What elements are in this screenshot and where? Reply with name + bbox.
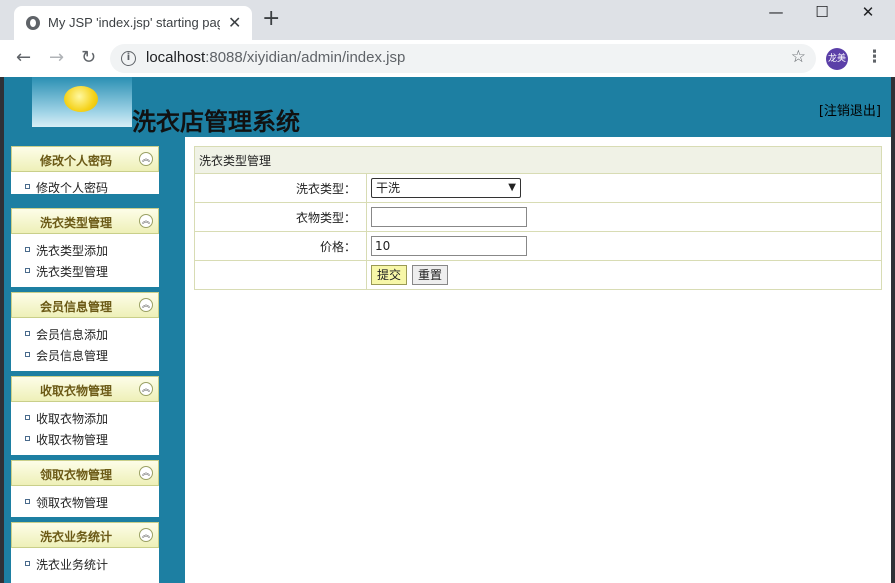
menu-group-member: 会员信息管理 ︽ 会员信息添加 会员信息管理 — [11, 292, 159, 371]
menu-item[interactable]: 洗衣类型管理 — [11, 260, 159, 281]
url-host: localhost — [146, 49, 206, 66]
menu-group-header[interactable]: 修改个人密码 ︽ — [11, 146, 159, 172]
browser-toolbar: ← → ↻ i localhost:8088/xiyidian/admin/in… — [0, 40, 895, 77]
minimize-icon[interactable]: — — [754, 3, 798, 21]
menu-item-label: 会员信息添加 — [36, 328, 109, 342]
bullet-icon — [25, 352, 30, 357]
tab-bar: My JSP 'index.jsp' starting page ✕ + — ☐… — [0, 0, 895, 40]
bullet-icon — [25, 331, 30, 336]
cloth-type-input[interactable] — [371, 207, 527, 227]
site-header: 洗衣店管理系统 [注销退出] — [4, 77, 891, 137]
menu-item-label: 洗衣业务统计 — [36, 558, 109, 572]
menu-item[interactable]: 收取衣物添加 — [11, 407, 159, 428]
forward-arrow-icon[interactable]: → — [49, 47, 64, 68]
menu-item[interactable]: 领取衣物管理 — [11, 491, 159, 512]
empty-cell — [194, 260, 367, 290]
web-page: 洗衣店管理系统 [注销退出] 修改个人密码 ︽ 修改个人密码 洗衣类型管理 ︽ 洗衣… — [4, 77, 891, 583]
url-path: :8088/xiyidian/admin/index.jsp — [205, 49, 406, 66]
menu-kebab-icon[interactable]: ⋮ — [866, 47, 883, 67]
wash-type-form: 洗衣类型管理 洗衣类型： 干洗 ▼ 衣物类型： 价格： 10 提交 重置 — [194, 146, 882, 290]
menu-group-title: 洗衣业务统计 — [39, 530, 112, 544]
maximize-icon[interactable]: ☐ — [800, 3, 844, 21]
browser-tab[interactable]: My JSP 'index.jsp' starting page ✕ — [14, 6, 252, 40]
globe-icon — [26, 16, 40, 30]
window-close-icon[interactable]: ✕ — [846, 3, 890, 21]
menu-item[interactable]: 会员信息管理 — [11, 344, 159, 365]
menu-group-header[interactable]: 洗衣类型管理 ︽ — [11, 208, 159, 234]
bullet-icon — [25, 184, 30, 189]
menu-group-stats: 洗衣业务统计 ︽ 洗衣业务统计 — [11, 522, 159, 583]
system-title: 洗衣店管理系统 — [132, 108, 300, 136]
collapse-icon[interactable]: ︽ — [139, 152, 153, 166]
menu-group-password: 修改个人密码 ︽ 修改个人密码 — [11, 146, 159, 197]
wash-type-select[interactable]: 干洗 ▼ — [371, 178, 521, 198]
menu-group-wash-type: 洗衣类型管理 ︽ 洗衣类型添加 洗衣类型管理 — [11, 208, 159, 287]
bullet-icon — [25, 268, 30, 273]
collapse-icon[interactable]: ︽ — [139, 214, 153, 228]
menu-item-label: 收取衣物管理 — [36, 433, 109, 447]
chevron-down-icon: ▼ — [508, 182, 516, 193]
price-label: 价格： — [194, 231, 367, 261]
new-tab-button[interactable]: + — [262, 8, 280, 30]
wash-type-selected: 干洗 — [376, 181, 401, 195]
menu-group-title: 修改个人密码 — [39, 154, 112, 168]
bullet-icon — [25, 499, 30, 504]
form-caption: 洗衣类型管理 — [194, 146, 882, 174]
menu-group-header[interactable]: 收取衣物管理 ︽ — [11, 376, 159, 402]
reset-button[interactable]: 重置 — [412, 265, 449, 285]
logout-link[interactable]: [注销退出] — [819, 100, 881, 119]
wash-type-label: 洗衣类型： — [194, 173, 367, 203]
menu-group-title: 会员信息管理 — [39, 300, 112, 314]
menu-group-header[interactable]: 领取衣物管理 ︽ — [11, 460, 159, 486]
collapse-icon[interactable]: ︽ — [139, 466, 153, 480]
bullet-icon — [25, 247, 30, 252]
bookmark-star-icon[interactable]: ☆ — [791, 47, 806, 67]
collapse-icon[interactable]: ︽ — [139, 528, 153, 542]
tab-close-icon[interactable]: ✕ — [228, 13, 241, 32]
menu-group-header[interactable]: 会员信息管理 ︽ — [11, 292, 159, 318]
menu-item-label: 领取衣物管理 — [36, 496, 109, 510]
menu-group-title: 洗衣类型管理 — [39, 216, 112, 230]
collapse-icon[interactable]: ︽ — [139, 298, 153, 312]
site-logo — [32, 77, 132, 127]
menu-item-label: 洗衣类型添加 — [36, 244, 109, 258]
menu-item[interactable]: 修改个人密码 — [11, 176, 159, 197]
sidebar: 修改个人密码 ︽ 修改个人密码 洗衣类型管理 ︽ 洗衣类型添加 洗衣类型管理 会员信… — [4, 137, 185, 583]
menu-item-label: 会员信息管理 — [36, 349, 109, 363]
profile-avatar[interactable]: 龙美 — [826, 48, 848, 70]
menu-group-title: 收取衣物管理 — [39, 384, 112, 398]
menu-group-header[interactable]: 洗衣业务统计 ︽ — [11, 522, 159, 548]
bullet-icon — [25, 436, 30, 441]
sun-icon — [64, 86, 98, 112]
browser-chrome: My JSP 'index.jsp' starting page ✕ + — ☐… — [0, 0, 895, 77]
menu-item[interactable]: 会员信息添加 — [11, 323, 159, 344]
info-icon[interactable]: i — [121, 51, 136, 66]
collapse-icon[interactable]: ︽ — [139, 382, 153, 396]
menu-item-label: 修改个人密码 — [36, 181, 109, 195]
main-content: 洗衣类型管理 洗衣类型： 干洗 ▼ 衣物类型： 价格： 10 提交 重置 — [185, 137, 891, 583]
address-bar[interactable]: i localhost:8088/xiyidian/admin/index.js… — [110, 44, 816, 73]
menu-group-receive: 收取衣物管理 ︽ 收取衣物添加 收取衣物管理 — [11, 376, 159, 455]
menu-group-title: 领取衣物管理 — [39, 468, 112, 482]
bullet-icon — [25, 415, 30, 420]
reload-icon[interactable]: ↻ — [81, 47, 96, 68]
tab-title: My JSP 'index.jsp' starting page — [48, 15, 220, 30]
submit-button[interactable]: 提交 — [371, 265, 408, 285]
back-arrow-icon[interactable]: ← — [16, 47, 31, 68]
url-text[interactable]: localhost:8088/xiyidian/admin/index.jsp — [146, 49, 405, 66]
menu-group-pickup: 领取衣物管理 ︽ 领取衣物管理 — [11, 460, 159, 517]
menu-item[interactable]: 洗衣业务统计 — [11, 553, 159, 574]
menu-item-label: 收取衣物添加 — [36, 412, 109, 426]
bullet-icon — [25, 561, 30, 566]
menu-item-label: 洗衣类型管理 — [36, 265, 109, 279]
price-input[interactable]: 10 — [371, 236, 527, 256]
menu-item[interactable]: 收取衣物管理 — [11, 428, 159, 449]
cloth-type-label: 衣物类型： — [194, 202, 367, 232]
menu-item[interactable]: 洗衣类型添加 — [11, 239, 159, 260]
